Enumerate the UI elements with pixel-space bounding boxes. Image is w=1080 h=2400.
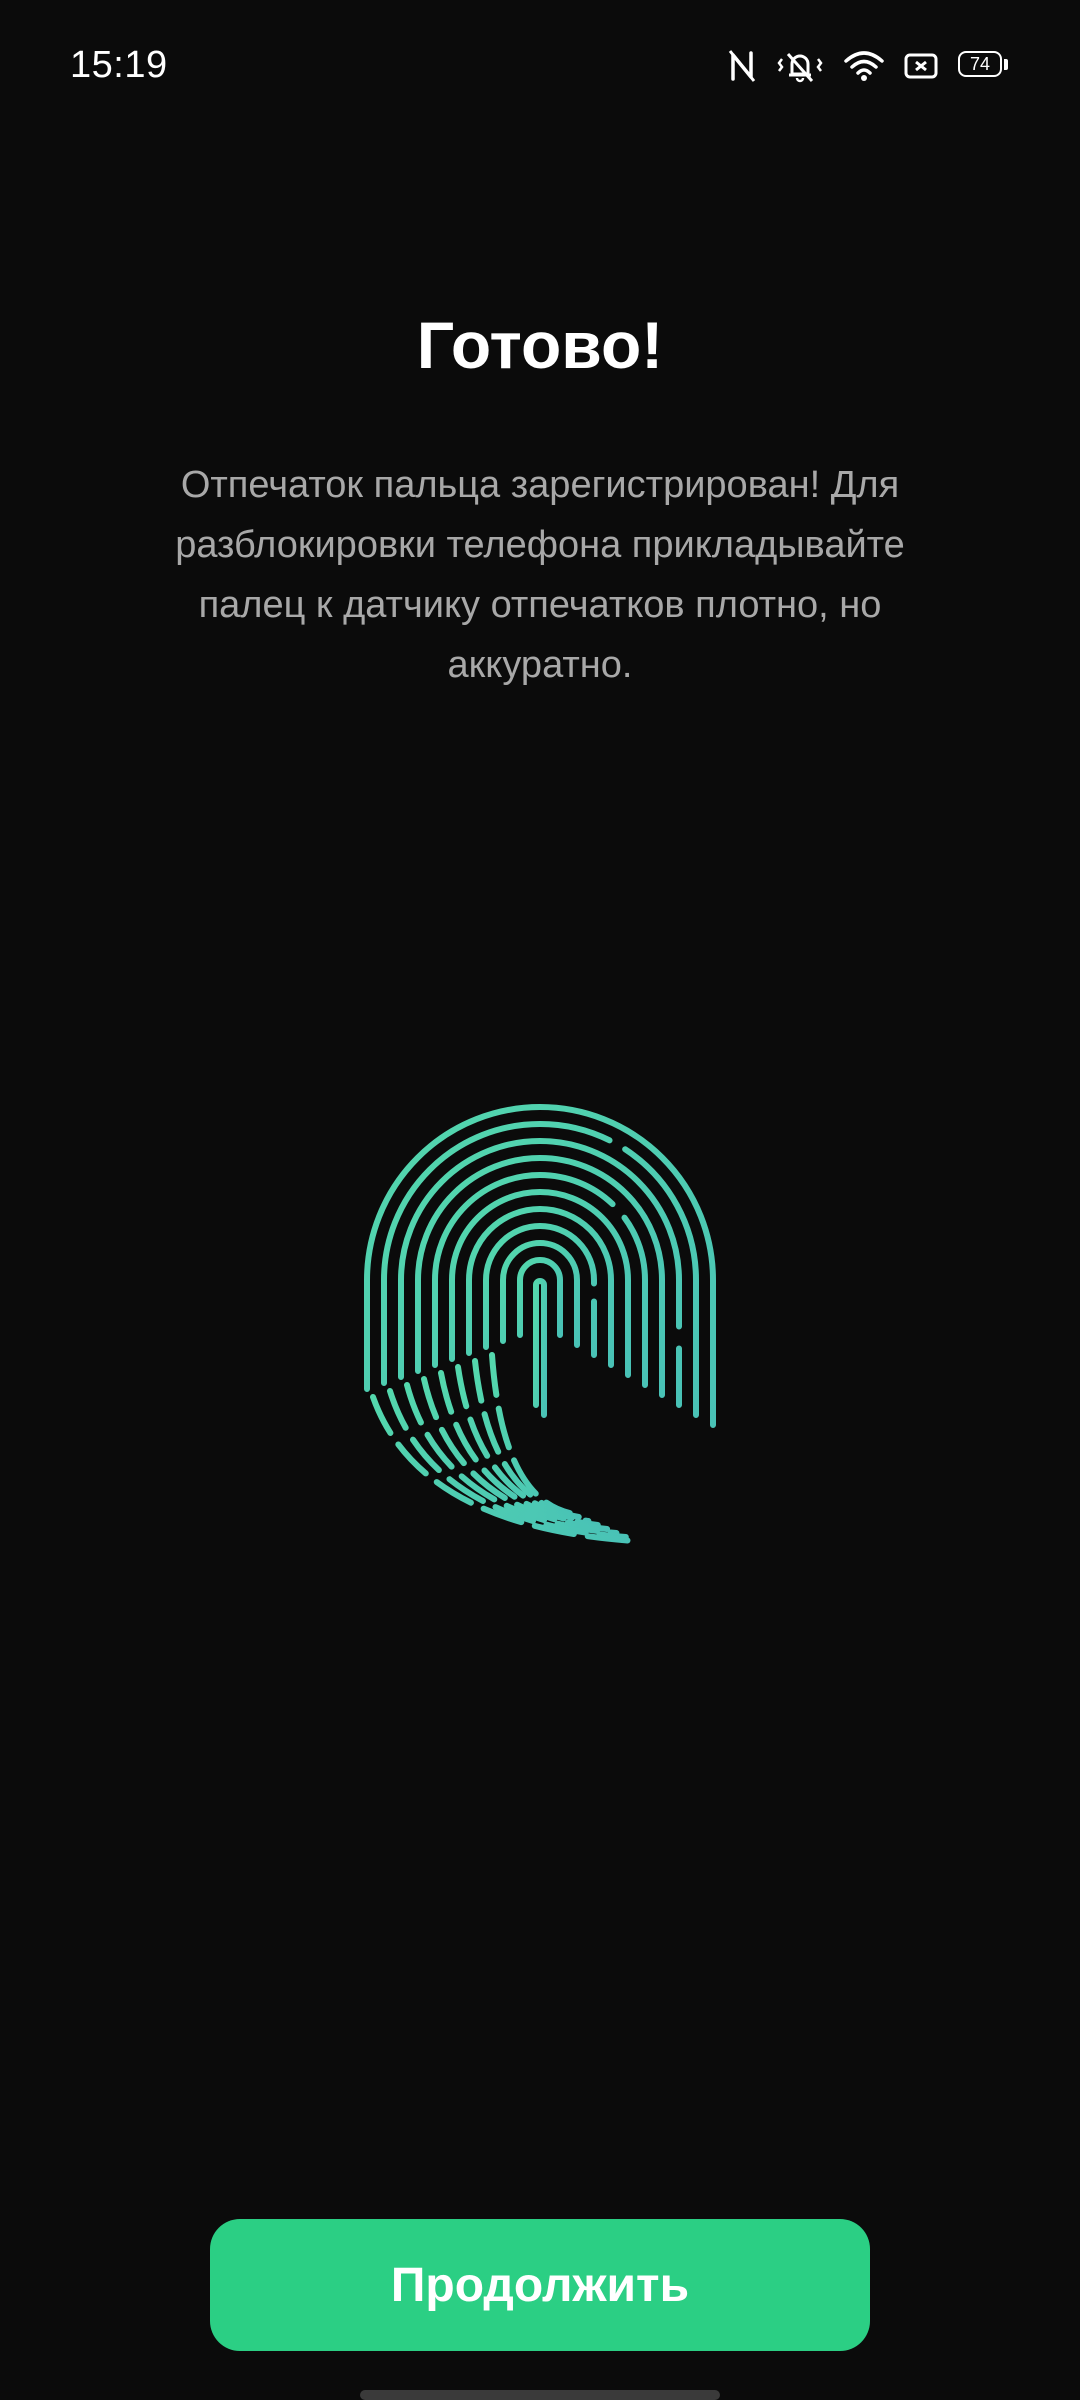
page-title: Готово! xyxy=(416,308,664,382)
status-bar: 15:19 74 xyxy=(0,0,1080,130)
wifi-icon xyxy=(844,49,884,83)
nfc-icon xyxy=(728,49,756,83)
fingerprint-icon xyxy=(325,1075,755,1575)
status-icons: 74 xyxy=(728,44,1010,88)
notification-icon xyxy=(904,51,938,81)
continue-button[interactable]: Продолжить xyxy=(210,2219,870,2351)
battery-icon: 74 xyxy=(958,51,1010,81)
battery-level: 74 xyxy=(958,51,1002,77)
enrollment-description: Отпечаток пальца зарегистрирован! Для ра… xyxy=(175,464,905,686)
status-time: 15:19 xyxy=(70,44,168,86)
vibrate-mute-icon xyxy=(776,49,824,83)
home-indicator[interactable] xyxy=(360,2390,720,2400)
